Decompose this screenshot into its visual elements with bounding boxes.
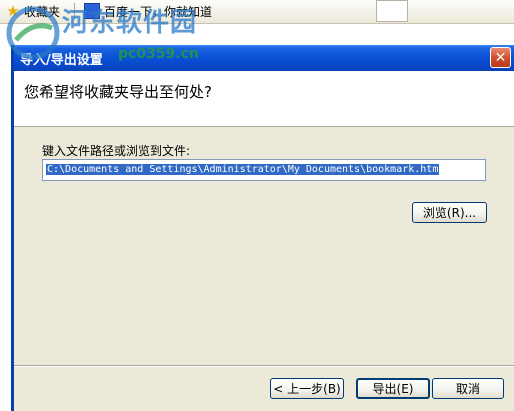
browser-content-area bbox=[0, 24, 514, 44]
close-icon: ✕ bbox=[494, 49, 507, 66]
favorites-label: 收藏夹 bbox=[24, 4, 61, 19]
dialog-heading: 您希望将收藏夹导出至何处? bbox=[24, 83, 212, 101]
path-value: C:\Documents and Settings\Administrator\… bbox=[46, 164, 440, 175]
favorites-button[interactable]: ★ 收藏夹 bbox=[1, 1, 65, 21]
bookmark-baidu[interactable]: 🐾 百度一下，你就知道 bbox=[80, 1, 250, 21]
export-button[interactable]: 导出(E) bbox=[356, 378, 430, 399]
dialog-titlebar[interactable]: 导入/导出设置 ✕ bbox=[14, 45, 514, 71]
bookmark-label: 百度一下，你就知道 bbox=[104, 4, 213, 19]
back-button[interactable]: < 上一步(B) bbox=[270, 378, 344, 399]
paw-icon: 🐾 bbox=[84, 3, 100, 19]
export-dialog: 导入/导出设置 ✕ 您希望将收藏夹导出至何处? 键入文件路径或浏览到文件: C:… bbox=[11, 45, 514, 411]
divider-highlight bbox=[14, 366, 514, 367]
star-icon: ★ bbox=[6, 2, 20, 20]
export-label: 导出(E) bbox=[372, 382, 414, 396]
browse-label: 浏览(R)... bbox=[422, 206, 477, 220]
cancel-button[interactable]: 取消 bbox=[432, 378, 504, 399]
cancel-label: 取消 bbox=[455, 382, 480, 396]
path-input[interactable]: C:\Documents and Settings\Administrator\… bbox=[42, 159, 486, 181]
back-label: < 上一步(B) bbox=[273, 382, 341, 396]
dialog-header: 您希望将收藏夹导出至何处? bbox=[14, 71, 514, 127]
browse-button[interactable]: 浏览(R)... bbox=[412, 202, 487, 223]
favorites-bar: ★ 收藏夹 🐾 百度一下，你就知道 bbox=[0, 0, 514, 24]
dialog-title: 导入/导出设置 bbox=[20, 52, 103, 68]
path-label: 键入文件路径或浏览到文件: bbox=[42, 144, 191, 158]
separator bbox=[74, 3, 75, 20]
toolbar-box[interactable] bbox=[376, 0, 408, 22]
close-button[interactable]: ✕ bbox=[490, 47, 511, 68]
